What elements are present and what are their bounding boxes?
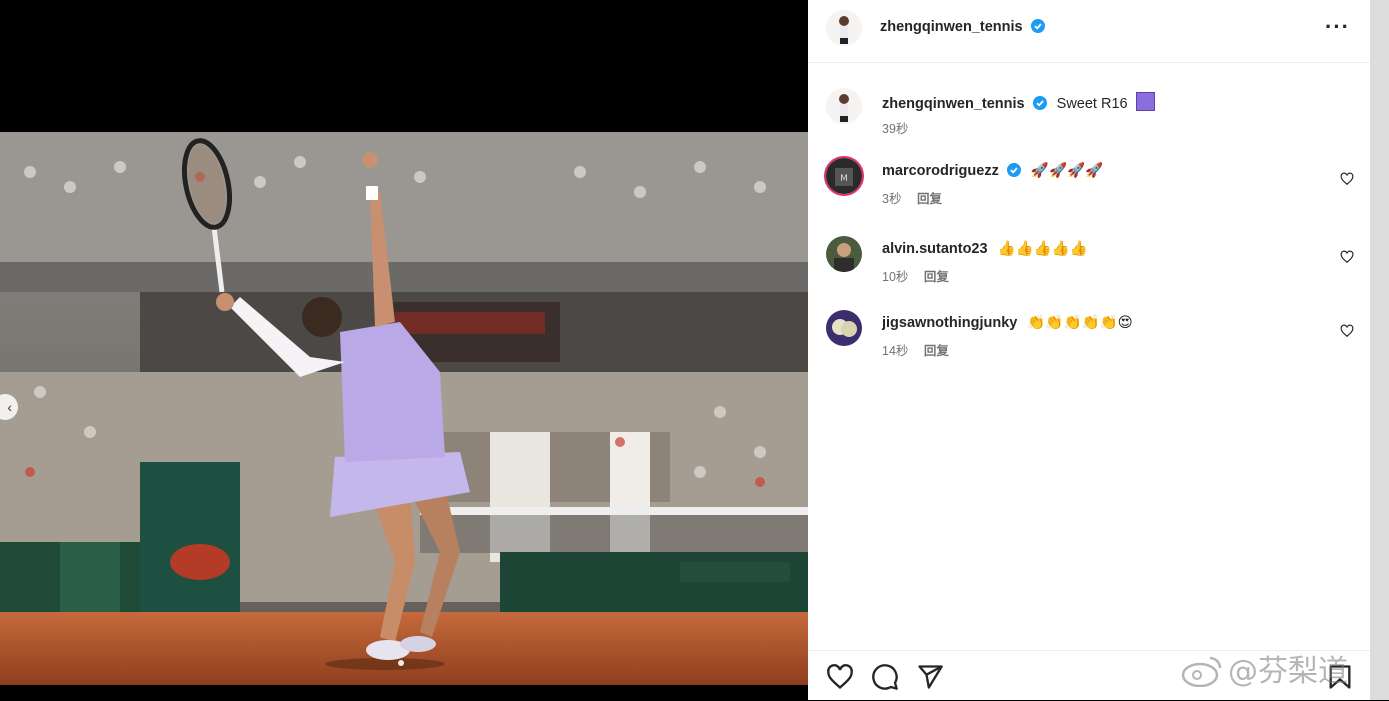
caption-text: Sweet R16 — [1056, 96, 1128, 112]
reply-button[interactable]: 回复 — [924, 344, 949, 358]
more-horizontal-icon[interactable]: ··· — [1325, 14, 1350, 40]
caption-username[interactable]: zhengqinwen_tennis — [882, 96, 1025, 112]
verified-badge-icon — [1031, 19, 1046, 33]
commenter-avatar[interactable] — [826, 310, 862, 346]
post-photo[interactable] — [0, 132, 808, 685]
svg-text:M: M — [840, 174, 848, 184]
comment-item: jigsawnothingjunky 👏👏👏👏👏😍 14秒 回复 — [826, 310, 1356, 366]
comment-username[interactable]: alvin.sutanto23 — [882, 241, 988, 257]
comment-item: alvin.sutanto23 👍👍👍👍👍 10秒 回复 — [826, 236, 1356, 292]
verified-badge-icon — [1032, 96, 1047, 110]
weibo-watermark: @芬梨道 — [1180, 646, 1348, 690]
post-media[interactable]: ‹ — [0, 0, 808, 700]
commenter-avatar[interactable]: M — [824, 156, 864, 196]
comment-time[interactable]: 3秒 — [882, 192, 901, 206]
comment-text: 👍👍👍👍👍 — [997, 241, 1088, 257]
comment-username[interactable]: jigsawnothingjunky — [882, 315, 1017, 331]
author-avatar[interactable] — [826, 10, 862, 46]
author-username[interactable]: zhengqinwen_tennis — [880, 19, 1023, 35]
purple-square-emoji-icon — [1135, 92, 1155, 111]
post-header: zhengqinwen_tennis ··· — [808, 0, 1370, 63]
reply-button[interactable]: 回复 — [917, 192, 942, 206]
page-scrollbar[interactable] — [1370, 0, 1389, 700]
comment-like-icon[interactable] — [1340, 172, 1354, 186]
weibo-logo-icon — [1181, 656, 1222, 687]
comment-icon[interactable] — [871, 663, 899, 691]
comment-username[interactable]: marcorodriguezz — [882, 163, 999, 179]
commenter-avatar[interactable] — [826, 236, 862, 272]
share-icon[interactable] — [916, 663, 944, 691]
comment-like-icon[interactable] — [1340, 324, 1354, 338]
caption-author-avatar[interactable] — [826, 88, 862, 124]
comment-time[interactable]: 14秒 — [882, 344, 908, 358]
caption-row: zhengqinwen_tennis Sweet R16 39秒 — [826, 88, 1356, 144]
post-side-panel: zhengqinwen_tennis ··· zhengqinwen_tenni… — [808, 0, 1370, 700]
carousel-dot-indicator — [398, 660, 404, 666]
comment-text: 🚀🚀🚀🚀 — [1030, 163, 1104, 179]
watermark-text: @芬梨道 — [1228, 654, 1348, 689]
comment-time[interactable]: 10秒 — [882, 270, 908, 284]
verified-badge-icon — [1006, 163, 1021, 177]
comment-text: 👏👏👏👏👏😍 — [1027, 315, 1133, 331]
comment-like-icon[interactable] — [1340, 250, 1354, 264]
reply-button[interactable]: 回复 — [924, 270, 949, 284]
caption-time[interactable]: 39秒 — [882, 118, 908, 137]
comment-item: M marcorodriguezz 🚀🚀🚀🚀 3秒 回复 — [824, 156, 1356, 214]
like-icon[interactable] — [826, 663, 854, 691]
